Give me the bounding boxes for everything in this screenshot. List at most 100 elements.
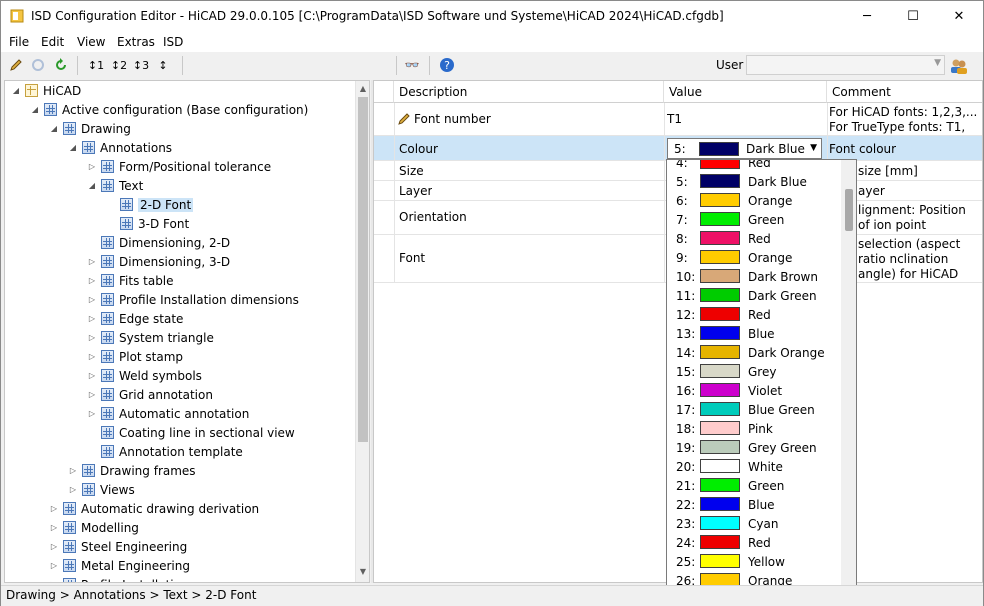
menu-file[interactable]: File: [9, 35, 29, 49]
sort-level-2-icon[interactable]: ↕2: [110, 56, 128, 74]
expander-icon[interactable]: ◢: [11, 86, 21, 95]
expander-icon[interactable]: ▷: [87, 295, 97, 304]
scroll-thumb[interactable]: [845, 189, 853, 231]
expander-icon[interactable]: ◢: [30, 105, 40, 114]
expander-icon[interactable]: ▷: [49, 504, 59, 513]
grid-row-colour[interactable]: Colour 5: Dark Blue ▼ Font colour: [374, 136, 982, 161]
edit-pencil-icon[interactable]: [7, 56, 25, 74]
colour-dropdown-list[interactable]: 4: Red 5: Dark Blue 6: Orange 7: Green 8: Red 9: Or…: [666, 159, 857, 606]
undo-icon[interactable]: [29, 56, 47, 74]
tree-item[interactable]: ◢ Active configuration (Base configuratio…: [30, 100, 308, 119]
colour-option[interactable]: 22: Blue: [667, 495, 842, 514]
expander-icon[interactable]: ▷: [87, 371, 97, 380]
tree-item[interactable]: Annotation template: [87, 442, 243, 461]
tree-item[interactable]: ◢ HiCAD: [11, 81, 81, 100]
expander-icon[interactable]: ◢: [68, 143, 78, 152]
binoculars-icon[interactable]: 👓: [403, 56, 421, 74]
expand-all-icon[interactable]: ↕: [154, 56, 172, 74]
scroll-up-icon[interactable]: ▲: [356, 84, 369, 93]
colour-option[interactable]: 21: Green: [667, 476, 842, 495]
tree-item[interactable]: ▷ System triangle: [87, 328, 214, 347]
expander-icon[interactable]: ◢: [87, 181, 97, 190]
expander-icon[interactable]: ▷: [87, 390, 97, 399]
tree-item[interactable]: ▷ Steel Engineering: [49, 537, 187, 556]
scroll-down-icon[interactable]: ▼: [356, 567, 369, 576]
tree-item[interactable]: ▷ Automatic annotation: [87, 404, 249, 423]
header-value[interactable]: Value: [664, 81, 827, 103]
grid-row-font-number[interactable]: Font number T1 For HiCAD fonts: 1,2,3,..…: [374, 103, 982, 136]
colour-option[interactable]: 11: Dark Green: [667, 286, 842, 305]
tree-item[interactable]: ▷ Plot stamp: [87, 347, 183, 366]
chevron-down-icon[interactable]: ▼: [810, 143, 817, 153]
colour-option[interactable]: 15: Grey: [667, 362, 842, 381]
tree-item[interactable]: Dimensioning, 2-D: [87, 233, 230, 252]
colour-option[interactable]: 5: Dark Blue: [667, 172, 842, 191]
help-icon[interactable]: ?: [438, 56, 456, 74]
colour-combobox[interactable]: 5: Dark Blue ▼: [667, 138, 822, 159]
expander-icon[interactable]: ▷: [87, 333, 97, 342]
expander-icon[interactable]: ▷: [87, 276, 97, 285]
expander-icon[interactable]: ▷: [87, 409, 97, 418]
menu-view[interactable]: View: [77, 35, 105, 49]
menu-edit[interactable]: Edit: [41, 35, 64, 49]
title-bar[interactable]: ISD Configuration Editor - HiCAD 29.0.0.…: [1, 1, 983, 32]
colour-option[interactable]: 13: Blue: [667, 324, 842, 343]
tree-item[interactable]: ◢ Drawing: [49, 119, 131, 138]
colour-option[interactable]: 7: Green: [667, 210, 842, 229]
colour-option[interactable]: 16: Violet: [667, 381, 842, 400]
colour-option[interactable]: 20: White: [667, 457, 842, 476]
colour-option[interactable]: 14: Dark Orange: [667, 343, 842, 362]
colour-option[interactable]: 23: Cyan: [667, 514, 842, 533]
minimize-button[interactable]: ─: [844, 1, 890, 32]
tree-item[interactable]: ▷ Weld symbols: [87, 366, 202, 385]
sort-level-1-icon[interactable]: ↕1: [87, 56, 105, 74]
tree-item[interactable]: ◢ Text: [87, 176, 143, 195]
tree-item[interactable]: ▷ Automatic drawing derivation: [49, 499, 259, 518]
user-combobox[interactable]: ▼: [746, 55, 945, 75]
close-button[interactable]: ✕: [936, 1, 982, 32]
tree-item[interactable]: ▷ Edge state: [87, 309, 184, 328]
sort-level-3-icon[interactable]: ↕3: [132, 56, 150, 74]
expander-icon[interactable]: ▷: [49, 523, 59, 532]
expander-icon[interactable]: ▷: [87, 352, 97, 361]
colour-option[interactable]: 10: Dark Brown: [667, 267, 842, 286]
tree-item[interactable]: Coating line in sectional view: [87, 423, 295, 442]
tree-item[interactable]: ◢ Annotations: [68, 138, 172, 157]
expander-icon[interactable]: ▷: [87, 257, 97, 266]
menu-isd[interactable]: ISD: [163, 35, 183, 49]
tree-item[interactable]: ▷ Grid annotation: [87, 385, 213, 404]
expander-icon[interactable]: ▷: [68, 466, 78, 475]
users-icon[interactable]: [949, 56, 969, 76]
expander-icon[interactable]: ▷: [49, 561, 59, 570]
colour-option[interactable]: 25: Yellow: [667, 552, 842, 571]
tree-item[interactable]: 2-D Font: [106, 195, 194, 214]
tree-item[interactable]: ▷ Dimensioning, 3-D: [87, 252, 230, 271]
header-description[interactable]: Description: [394, 81, 664, 103]
expander-icon[interactable]: ▷: [87, 314, 97, 323]
tree-pane[interactable]: ◢ HiCAD ◢ Active configuration (Base config…: [4, 80, 370, 583]
tree-item[interactable]: ▷ Metal Engineering: [49, 556, 190, 575]
expander-icon[interactable]: ▷: [87, 162, 97, 171]
expander-icon[interactable]: ▷: [49, 580, 59, 582]
tree-item[interactable]: ▷ Views: [68, 480, 135, 499]
header-comment[interactable]: Comment: [827, 81, 982, 103]
scroll-thumb[interactable]: [358, 97, 368, 442]
tree-item[interactable]: ▷ Modelling: [49, 518, 139, 537]
colour-option[interactable]: 19: Grey Green: [667, 438, 842, 457]
colour-option[interactable]: 9: Orange: [667, 248, 842, 267]
expander-icon[interactable]: ▷: [68, 485, 78, 494]
tree-item[interactable]: ▷ Fits table: [87, 271, 174, 290]
tree-scrollbar[interactable]: ▲ ▼: [355, 81, 369, 582]
dropdown-scrollbar[interactable]: [841, 160, 856, 605]
tree-item[interactable]: ▷ Drawing frames: [68, 461, 196, 480]
colour-option[interactable]: 8: Red: [667, 229, 842, 248]
colour-option[interactable]: 6: Orange: [667, 191, 842, 210]
menu-extras[interactable]: Extras: [117, 35, 155, 49]
colour-option[interactable]: 12: Red: [667, 305, 842, 324]
colour-option[interactable]: 18: Pink: [667, 419, 842, 438]
colour-option[interactable]: 24: Red: [667, 533, 842, 552]
tree-item[interactable]: 3-D Font: [106, 214, 189, 233]
tree-item[interactable]: ▷ Profile Installation dimensions: [87, 290, 299, 309]
tree-item[interactable]: ▷ Profile Installation: [49, 575, 189, 582]
colour-option[interactable]: 4: Red: [667, 160, 842, 172]
